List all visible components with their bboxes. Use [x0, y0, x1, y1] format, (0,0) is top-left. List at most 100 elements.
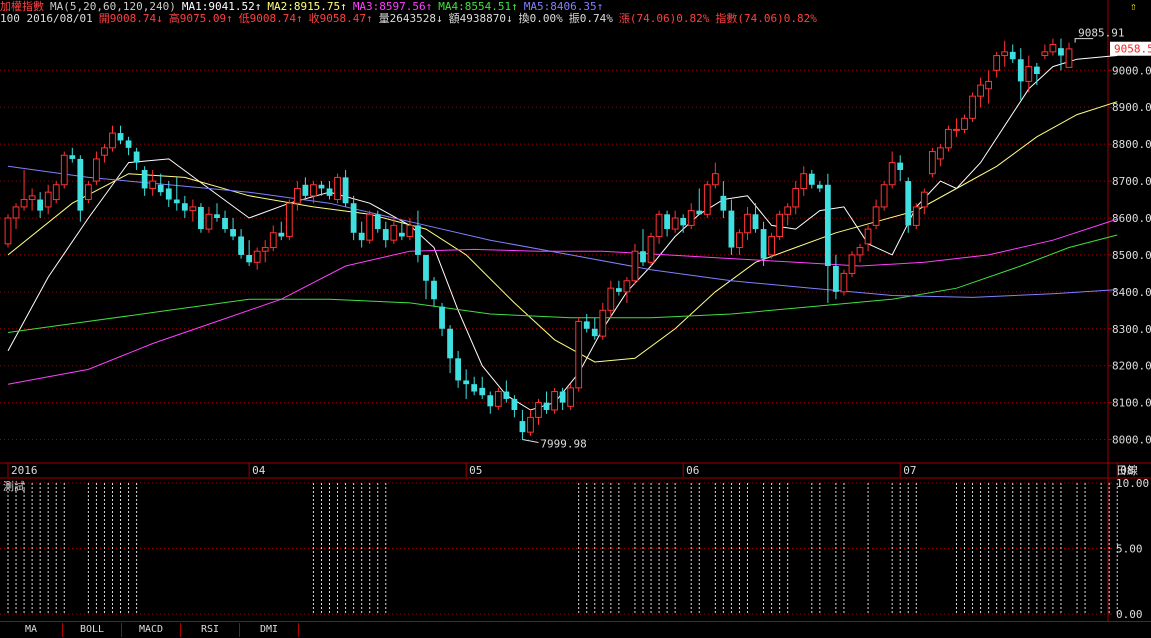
- candle-body-down: [1009, 51, 1016, 60]
- price-tick-label: 8500.0: [1112, 249, 1151, 262]
- candle-body-up: [60, 154, 68, 186]
- candle-body-down: [77, 158, 84, 211]
- candle-body-down: [173, 199, 180, 204]
- price-tick-label: 8300.0: [1112, 323, 1151, 336]
- candle-body-down: [680, 218, 687, 226]
- date-axis-label: 日線: [1116, 463, 1138, 477]
- candle-body-down: [696, 210, 703, 215]
- up-arrow-icon[interactable]: ⇧: [1130, 0, 1137, 13]
- candle-body-up: [937, 147, 944, 160]
- stock-chart[interactable]: 9000.0 8900.0 8800.0 8700.0 8600.0 8500.0 8400…: [0, 0, 1151, 621]
- candle-body-up: [623, 280, 631, 293]
- candle-body-down: [591, 328, 598, 337]
- candle-body-up: [912, 206, 920, 226]
- candle-body-down: [760, 229, 767, 259]
- candle-body-up: [1025, 66, 1033, 82]
- candle-body-up: [109, 132, 116, 149]
- candle-body-up: [631, 250, 639, 282]
- candle-body-down: [326, 188, 333, 196]
- change-value: 漲(74.06)0.82%: [618, 12, 710, 25]
- candle-body-down: [1017, 59, 1024, 82]
- ma-line-ma3: [7, 218, 1118, 385]
- candle-body-up: [985, 80, 993, 90]
- candle-body-down: [583, 321, 590, 329]
- candle-body-down: [559, 391, 566, 403]
- candle-body-up: [44, 191, 52, 208]
- candle-body-up: [711, 173, 719, 186]
- tab-macd[interactable]: MACD: [122, 623, 181, 637]
- candle-body-up: [1041, 51, 1049, 57]
- candle-body-down: [117, 133, 124, 141]
- candle-body-up: [101, 147, 108, 156]
- candle-body-down: [833, 266, 839, 292]
- candle-body-up: [920, 191, 928, 208]
- candle-body-up: [888, 162, 896, 186]
- candle-body-down: [543, 402, 550, 410]
- candle-body-up: [310, 184, 317, 197]
- low-value: 低9008.74↑: [238, 12, 303, 25]
- candle-body-down: [230, 229, 236, 237]
- candle-body-up: [149, 180, 157, 189]
- candle-body-up: [671, 217, 679, 230]
- price-tick-label: 8100.0: [1112, 397, 1151, 410]
- candle-body-down: [415, 225, 421, 255]
- candle-body-down: [905, 181, 912, 226]
- tab-rsi[interactable]: RSI: [181, 623, 240, 637]
- candle-body-down: [133, 151, 140, 163]
- candle-body-up: [744, 213, 751, 234]
- candle-body-down: [165, 188, 172, 200]
- candle-body-up: [993, 55, 1001, 71]
- candle-body-up: [390, 224, 398, 241]
- candle-body-up: [856, 247, 864, 256]
- candle-body-up: [687, 210, 695, 226]
- sub-tick-label: 5.00: [1116, 543, 1143, 556]
- price-tick-label: 8900.0: [1112, 101, 1151, 114]
- candle-body-down: [214, 214, 220, 218]
- candle-body-up: [567, 387, 575, 407]
- candle-body-down: [720, 195, 727, 211]
- candle-body-up: [20, 199, 28, 208]
- candle-body-down: [897, 162, 904, 170]
- index-change-value: 指數(74.06)0.82%: [715, 12, 817, 25]
- candle-body-down: [278, 232, 285, 237]
- candle-body-up: [655, 213, 663, 237]
- candle-body-up: [961, 117, 968, 130]
- price-tick-label: 8600.0: [1112, 212, 1151, 225]
- volume-value: 量2643528↓: [378, 12, 443, 25]
- tab-dmi[interactable]: DMI: [240, 623, 299, 637]
- max-value-label: 9085.91: [1078, 27, 1124, 40]
- candle-body-down: [447, 328, 453, 359]
- candle-body-up: [4, 217, 12, 245]
- candle-body-up: [527, 416, 534, 433]
- candle-body-up: [293, 187, 301, 204]
- candle-body-down: [519, 421, 526, 433]
- candle-body-up: [52, 184, 60, 201]
- candle-body-up: [953, 128, 960, 131]
- candle-body-down: [69, 155, 76, 159]
- candle-body-up: [93, 158, 100, 182]
- price-tick-label: 8400.0: [1112, 286, 1151, 299]
- candle-body-down: [463, 380, 470, 385]
- price-tick-label: 8800.0: [1112, 138, 1151, 151]
- price-tick-label: 9000.0: [1112, 64, 1151, 77]
- tab-ma[interactable]: MA: [0, 623, 63, 637]
- candle-body-up: [84, 184, 92, 201]
- candle-body-down: [37, 199, 44, 211]
- candle-body-down: [752, 214, 759, 230]
- last-price-label: 9058.5: [1114, 43, 1151, 56]
- candle-body-down: [1033, 66, 1040, 74]
- date-tick-label: 2016: [11, 464, 38, 477]
- candle-body-down: [198, 206, 204, 230]
- candle-body-up: [647, 235, 655, 263]
- candle-body-up: [928, 151, 936, 175]
- candle-body-up: [880, 184, 888, 208]
- candle-body-down: [342, 177, 349, 204]
- tab-boll[interactable]: BOLL: [63, 623, 122, 637]
- candle-body-down: [382, 229, 389, 241]
- info-prefix: 100 2016/08/01: [0, 12, 93, 25]
- candle-body-up: [269, 232, 277, 249]
- candle-body-down: [471, 384, 478, 392]
- header-row-2: 100 2016/08/01 開9008.74↓ 高9075.09↑ 低9008.74…: [0, 12, 823, 25]
- candle-body-up: [334, 176, 341, 201]
- candle-body-up: [285, 202, 293, 237]
